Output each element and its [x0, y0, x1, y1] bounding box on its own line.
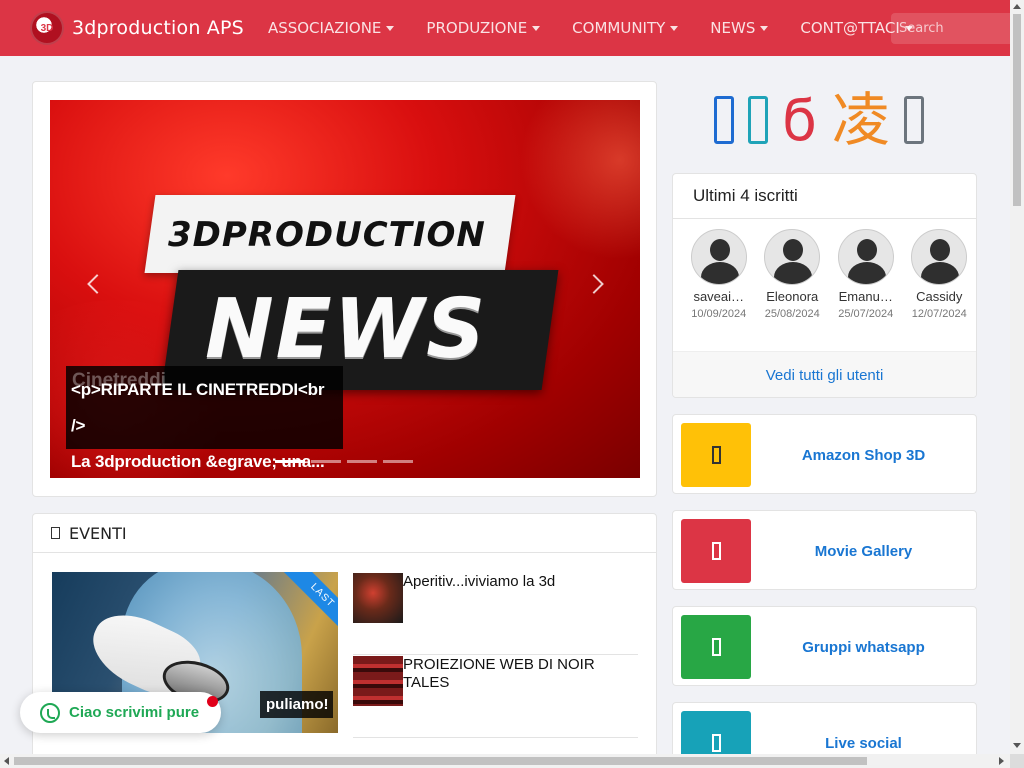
lens-flare: [520, 100, 640, 260]
caret-down-icon: [760, 25, 769, 31]
list-item[interactable]: Aperitiv...iviviamo la 3d: [353, 572, 638, 655]
notification-dot: [207, 696, 218, 707]
members-title: Ultimi 4 iscritti: [673, 174, 976, 219]
member-item[interactable]: saveai… 10/09/2024: [682, 229, 756, 320]
vertical-scroll-thumb[interactable]: [1013, 14, 1021, 206]
nav-label: ASSOCIAZIONE: [267, 19, 382, 37]
facebook-icon[interactable]: [714, 96, 734, 144]
event-thumbnail[interactable]: [353, 656, 403, 706]
nav-label: NEWS: [710, 19, 756, 37]
movie-gallery-card[interactable]: Movie Gallery: [672, 510, 977, 590]
avatar[interactable]: [764, 229, 821, 285]
news-carousel[interactable]: 3DPRODUCTION NEWS Cinetreddi <p>RIPARTE …: [50, 100, 640, 478]
nav-label: COMMUNITY: [572, 19, 666, 37]
carousel-indicator[interactable]: [311, 460, 341, 463]
horizontal-scrollbar[interactable]: [0, 754, 1010, 768]
movie-gallery-link[interactable]: Movie Gallery: [751, 511, 976, 591]
slide-title: 3DPRODUCTION: [168, 215, 486, 255]
nav-item-produzione[interactable]: PRODUZIONE: [426, 19, 541, 37]
nav-item-associazione[interactable]: ASSOCIAZIONE: [267, 19, 395, 37]
caption-line-1: <p>RIPARTE IL CINETREDDI<br />: [71, 380, 325, 435]
nav-label: PRODUZIONE: [426, 19, 528, 37]
brand-name[interactable]: 3dproduction APS: [72, 17, 244, 39]
brand[interactable]: 3D 3dproduction APS: [30, 11, 244, 45]
member-date: 25/07/2024: [838, 308, 894, 320]
film-icon[interactable]: [681, 519, 751, 583]
carousel-indicator[interactable]: [347, 460, 377, 463]
carousel-indicator[interactable]: [275, 460, 305, 463]
brand-logo[interactable]: 3D: [30, 11, 64, 45]
chat-label: Ciao scrivimi pure: [69, 704, 200, 721]
latest-members-card: Ultimi 4 iscritti saveai… 10/09/2024 Ele…: [672, 173, 977, 398]
twitter-icon[interactable]: [748, 96, 769, 144]
member-date: 25/08/2024: [764, 308, 820, 320]
whatsapp-icon[interactable]: [681, 615, 751, 679]
member-name[interactable]: Cassidy: [903, 289, 977, 304]
members-list: saveai… 10/09/2024 Eleonora 25/08/2024 E…: [673, 219, 976, 320]
event-thumbnail[interactable]: [353, 573, 403, 623]
whatsapp-chat-button[interactable]: Ciao scrivimi pure: [20, 692, 221, 733]
member-item[interactable]: Emanu… 25/07/2024: [829, 229, 903, 320]
social-icons: ϭ 凌: [714, 84, 924, 156]
slide-news-text: NEWS: [205, 282, 488, 377]
nav-menu: ASSOCIAZIONE PRODUZIONE COMMUNITY NEWS C…: [268, 19, 945, 37]
events-title: EVENTI: [69, 523, 127, 543]
member-date: 12/07/2024: [911, 308, 967, 320]
avatar[interactable]: [837, 229, 894, 285]
view-all-users-link[interactable]: Vedi tutti gli utenti: [673, 351, 976, 397]
whatsapp-groups-link[interactable]: Gruppi whatsapp: [751, 607, 976, 687]
top-navbar: 3D 3dproduction APS ASSOCIAZIONE PRODUZI…: [0, 0, 1010, 56]
carousel-indicator[interactable]: [383, 460, 413, 463]
member-name[interactable]: saveai…: [682, 289, 756, 304]
carousel-indicators: [275, 460, 419, 463]
whatsapp-groups-card[interactable]: Gruppi whatsapp: [672, 606, 977, 686]
amazon-shop-link[interactable]: Amazon Shop 3D: [751, 415, 976, 495]
event-title[interactable]: PROIEZIONE WEB DI NOIR TALES: [403, 656, 638, 737]
nav-item-community[interactable]: COMMUNITY: [572, 19, 679, 37]
list-item[interactable]: PROIEZIONE WEB DI NOIR TALES: [353, 655, 638, 738]
event-list: Aperitiv...iviviamo la 3d PROIEZIONE WEB…: [353, 572, 638, 738]
member-date: 10/09/2024: [691, 308, 747, 320]
scroll-right-icon[interactable]: [999, 757, 1004, 765]
carousel-next-icon[interactable]: [584, 274, 604, 294]
scroll-up-icon[interactable]: [1013, 4, 1021, 9]
horizontal-scroll-thumb[interactable]: [14, 757, 867, 765]
search-input[interactable]: [891, 13, 1010, 44]
youtube-icon[interactable]: [903, 96, 924, 144]
event-title[interactable]: Aperitiv...iviviamo la 3d: [403, 573, 555, 654]
carousel-card: 3DPRODUCTION NEWS Cinetreddi <p>RIPARTE …: [32, 81, 657, 497]
shop-icon[interactable]: [681, 423, 751, 487]
avatar[interactable]: [690, 229, 747, 285]
calendar-icon: [51, 527, 60, 539]
featured-event-caption[interactable]: puliamo!: [260, 691, 333, 718]
avatar[interactable]: [911, 229, 968, 285]
vertical-scrollbar[interactable]: [1010, 0, 1024, 754]
whatsapp-icon: [40, 702, 60, 723]
slide-caption[interactable]: Cinetreddi <p>RIPARTE IL CINETREDDI<br /…: [66, 366, 343, 471]
member-name[interactable]: Eleonora: [756, 289, 830, 304]
caret-down-icon: [670, 25, 679, 31]
carousel-prev-icon[interactable]: [87, 274, 107, 294]
scroll-left-icon[interactable]: [4, 757, 9, 765]
caret-down-icon: [386, 25, 395, 31]
nav-label: CONT@TTACI: [800, 19, 900, 37]
scroll-down-icon[interactable]: [1013, 743, 1021, 748]
scrollbar-corner: [1010, 754, 1024, 768]
nav-item-news[interactable]: NEWS: [710, 19, 769, 37]
events-header: EVENTI: [33, 514, 656, 553]
instagram-icon[interactable]: ϭ: [782, 91, 818, 149]
member-item[interactable]: Eleonora 25/08/2024: [756, 229, 830, 320]
chinese-char-icon[interactable]: 凌: [832, 91, 890, 149]
caret-down-icon: [532, 25, 541, 31]
amazon-shop-card[interactable]: Amazon Shop 3D: [672, 414, 977, 494]
member-item[interactable]: Cassidy 12/07/2024: [903, 229, 977, 320]
member-name[interactable]: Emanu…: [829, 289, 903, 304]
